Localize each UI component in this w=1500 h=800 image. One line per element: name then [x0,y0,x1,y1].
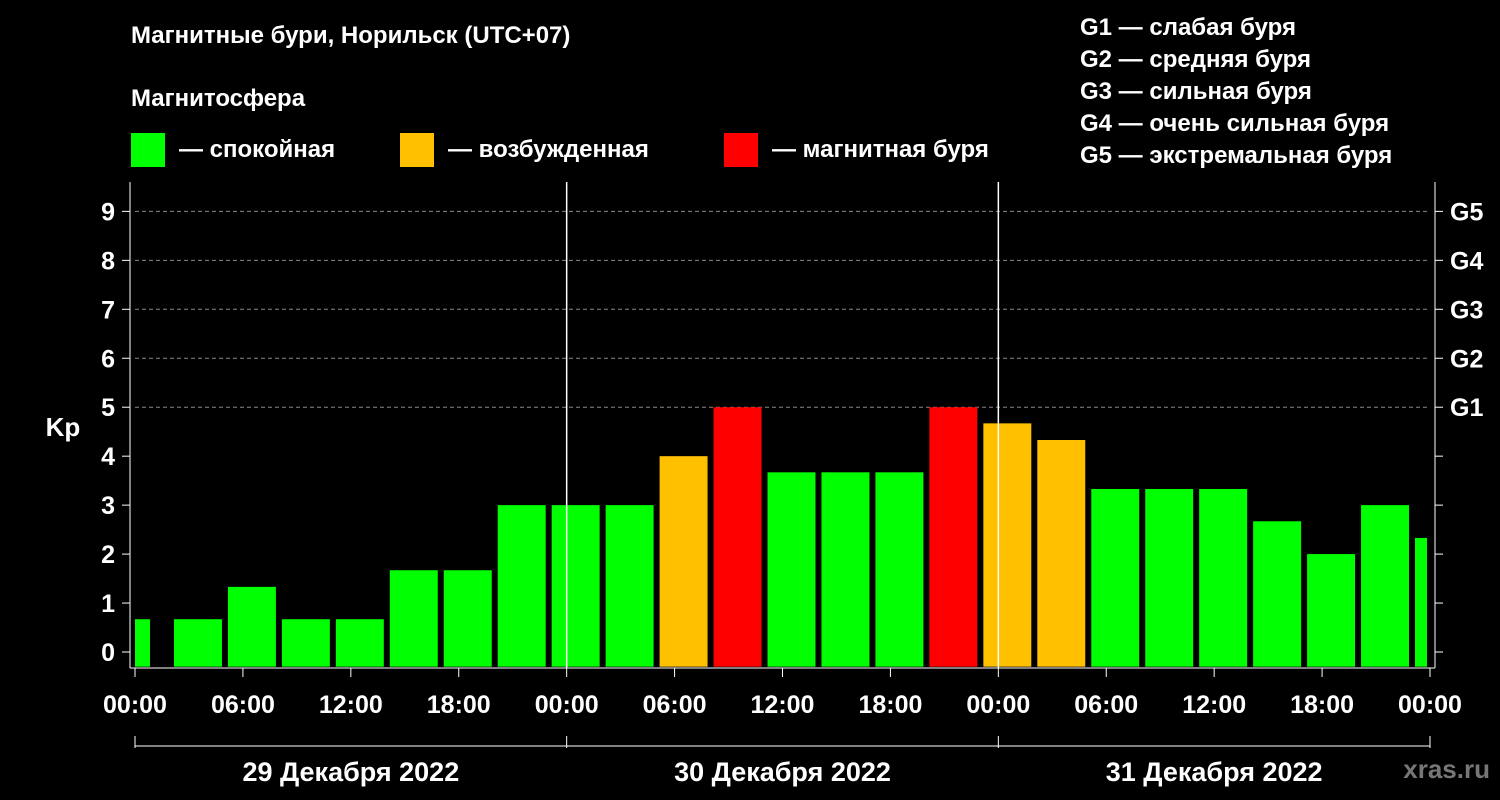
y-tick-label: 5 [101,394,115,422]
x-tick-label: 00:00 [103,691,167,719]
kp-bar [389,570,438,667]
watermark: xras.ru [1403,754,1490,784]
kp-bar [605,505,654,667]
g-level-label: G3 [1450,296,1483,324]
g-level-label: G1 [1450,394,1483,422]
day-label: 31 Декабря 2022 [1106,757,1323,787]
y-tick-label: 0 [101,639,115,667]
kp-bar [1415,537,1427,667]
kp-bar [767,472,816,667]
kp-bar [173,619,222,667]
day-label: 29 Декабря 2022 [242,757,459,787]
x-tick-label: 00:00 [535,691,599,719]
kp-bar [135,619,150,667]
kp-bar [443,570,492,667]
kp-bar [1253,521,1302,667]
day-label: 30 Декабря 2022 [674,757,891,787]
g-level-label: G2 [1450,345,1483,373]
x-tick-label: 06:00 [1074,691,1138,719]
y-tick-label: 3 [101,492,115,520]
x-tick-label: 12:00 [751,691,815,719]
kp-bar [1199,488,1248,667]
y-tick-label: 6 [101,345,115,373]
kp-bar [1091,488,1140,667]
kp-bar [497,505,546,667]
x-tick-label: 06:00 [211,691,275,719]
g-level-label: G4 [1450,247,1483,275]
y-tick-label: 4 [101,443,115,471]
x-tick-label: 06:00 [643,691,707,719]
y-tick-label: 7 [101,296,115,324]
x-tick-label: 12:00 [1182,691,1246,719]
kp-bar [659,456,708,667]
kp-bar [281,619,330,667]
x-tick-label: 18:00 [427,691,491,719]
kp-bar [227,586,276,667]
x-tick-label: 00:00 [1398,691,1462,719]
x-tick-label: 18:00 [858,691,922,719]
kp-bar [1037,440,1086,667]
kp-bar [929,407,978,667]
y-axis-label: Kp [46,412,81,442]
kp-bar [821,472,870,667]
y-tick-label: 1 [101,590,115,618]
kp-bar-chart: 0 1 2 3 4 5 6 7 8 9 G1 G2 G3 G4 G5 Kp 00:00 06:00 12:00 18:… [46,182,1483,787]
x-tick-label: 18:00 [1290,691,1354,719]
kp-bar [335,619,384,667]
y-tick-label: 9 [101,198,115,226]
x-tick-label: 00:00 [966,691,1030,719]
y-tick-label: 2 [101,541,115,569]
kp-bar [551,505,600,667]
kp-bar [1307,554,1356,667]
kp-bar [983,423,1032,667]
x-tick-label: 12:00 [319,691,383,719]
y-tick-label: 8 [101,247,115,275]
kp-bar [875,472,924,667]
g-level-label: G5 [1450,198,1483,226]
kp-bar [1361,505,1410,667]
kp-bar [713,407,762,667]
kp-bar [1145,488,1194,667]
